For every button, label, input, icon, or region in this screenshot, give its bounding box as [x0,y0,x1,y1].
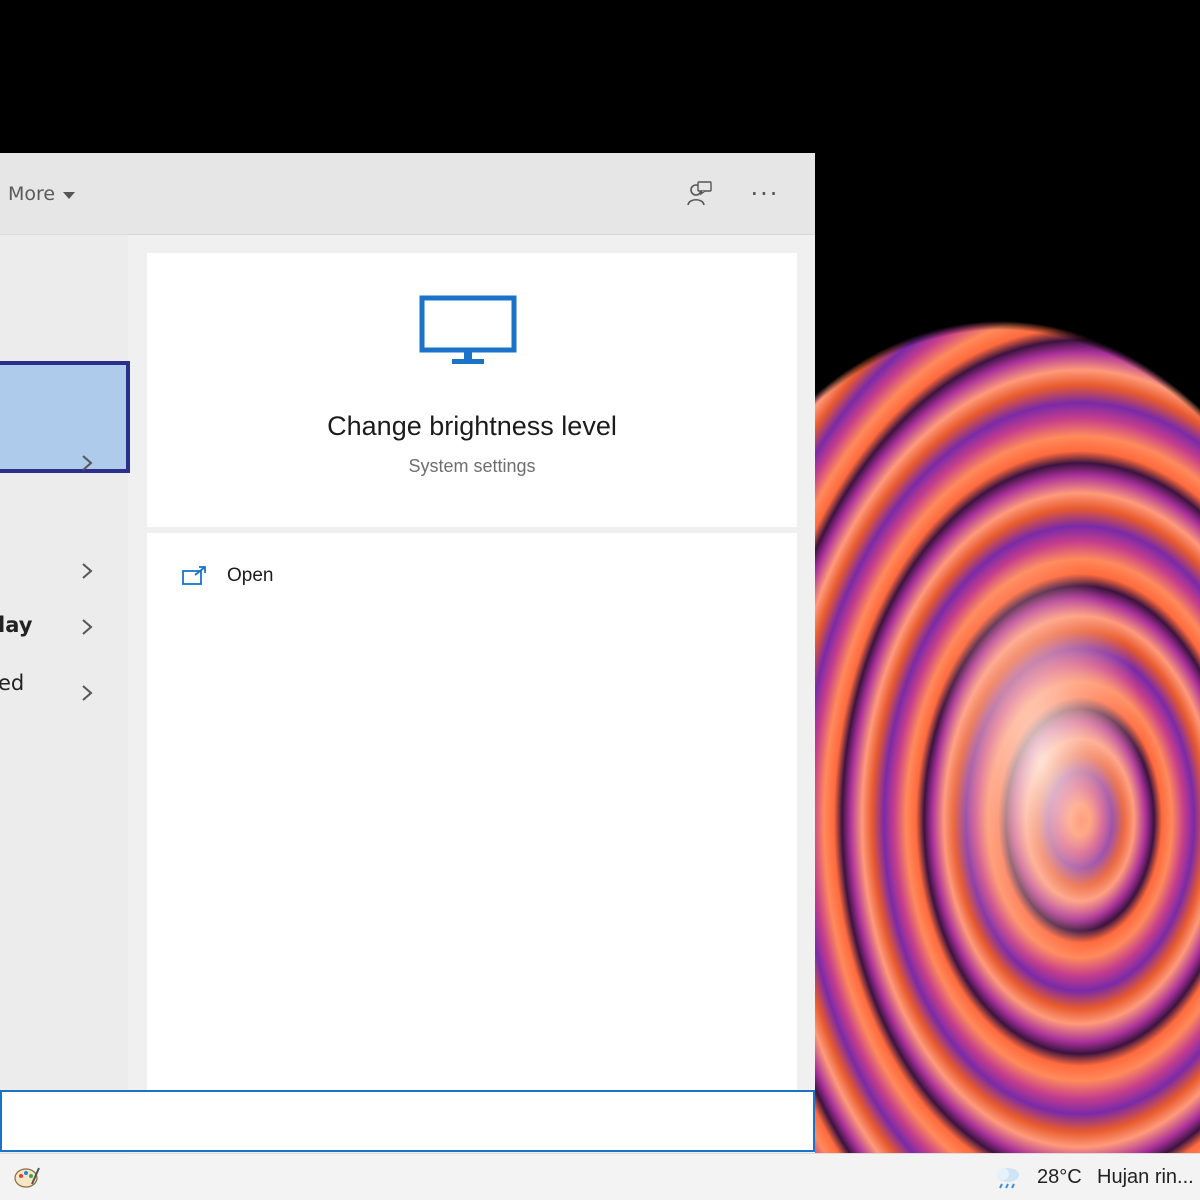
list-item[interactable] [0,551,128,591]
search-panel: More ··· lay ed Change brightness level … [0,153,815,1153]
list-item-label: ed [0,671,25,695]
monitor-icon [419,295,517,364]
weather-temperature[interactable]: 28°C [1037,1166,1082,1189]
search-input[interactable] [0,1090,815,1152]
chevron-right-icon [82,619,93,635]
chevron-right-icon [82,455,93,471]
chevron-right-icon [82,685,93,701]
open-label: Open [227,565,274,586]
taskbar: 28°C Hujan rin... [0,1153,1200,1200]
options-button[interactable]: ··· [748,177,782,211]
open-external-icon [182,566,206,585]
more-label: More [8,183,56,205]
rain-cloud-icon[interactable] [992,1164,1024,1190]
ellipsis-icon: ··· [750,180,780,208]
result-title: Change brightness level [327,411,617,441]
feedback-button[interactable] [682,177,716,211]
chevron-right-icon [82,563,93,579]
list-item-display[interactable]: lay [0,607,128,647]
list-item[interactable]: ed [0,665,128,705]
list-item-label: lay [0,613,33,637]
list-item[interactable] [0,443,128,483]
more-filters-button[interactable]: More [8,179,76,209]
feedback-person-icon [687,181,712,206]
open-action[interactable]: Open [181,559,273,593]
result-actions: Open [147,533,797,1093]
panel-header: More ··· [0,153,815,235]
caret-down-icon [63,191,76,199]
paint-app-icon[interactable] [12,1162,42,1192]
result-detail-card: Change brightness level System settings [147,253,797,527]
weather-condition[interactable]: Hujan rin... [1097,1166,1194,1189]
result-subtitle: System settings [408,456,536,476]
results-list: lay ed [0,235,130,1153]
